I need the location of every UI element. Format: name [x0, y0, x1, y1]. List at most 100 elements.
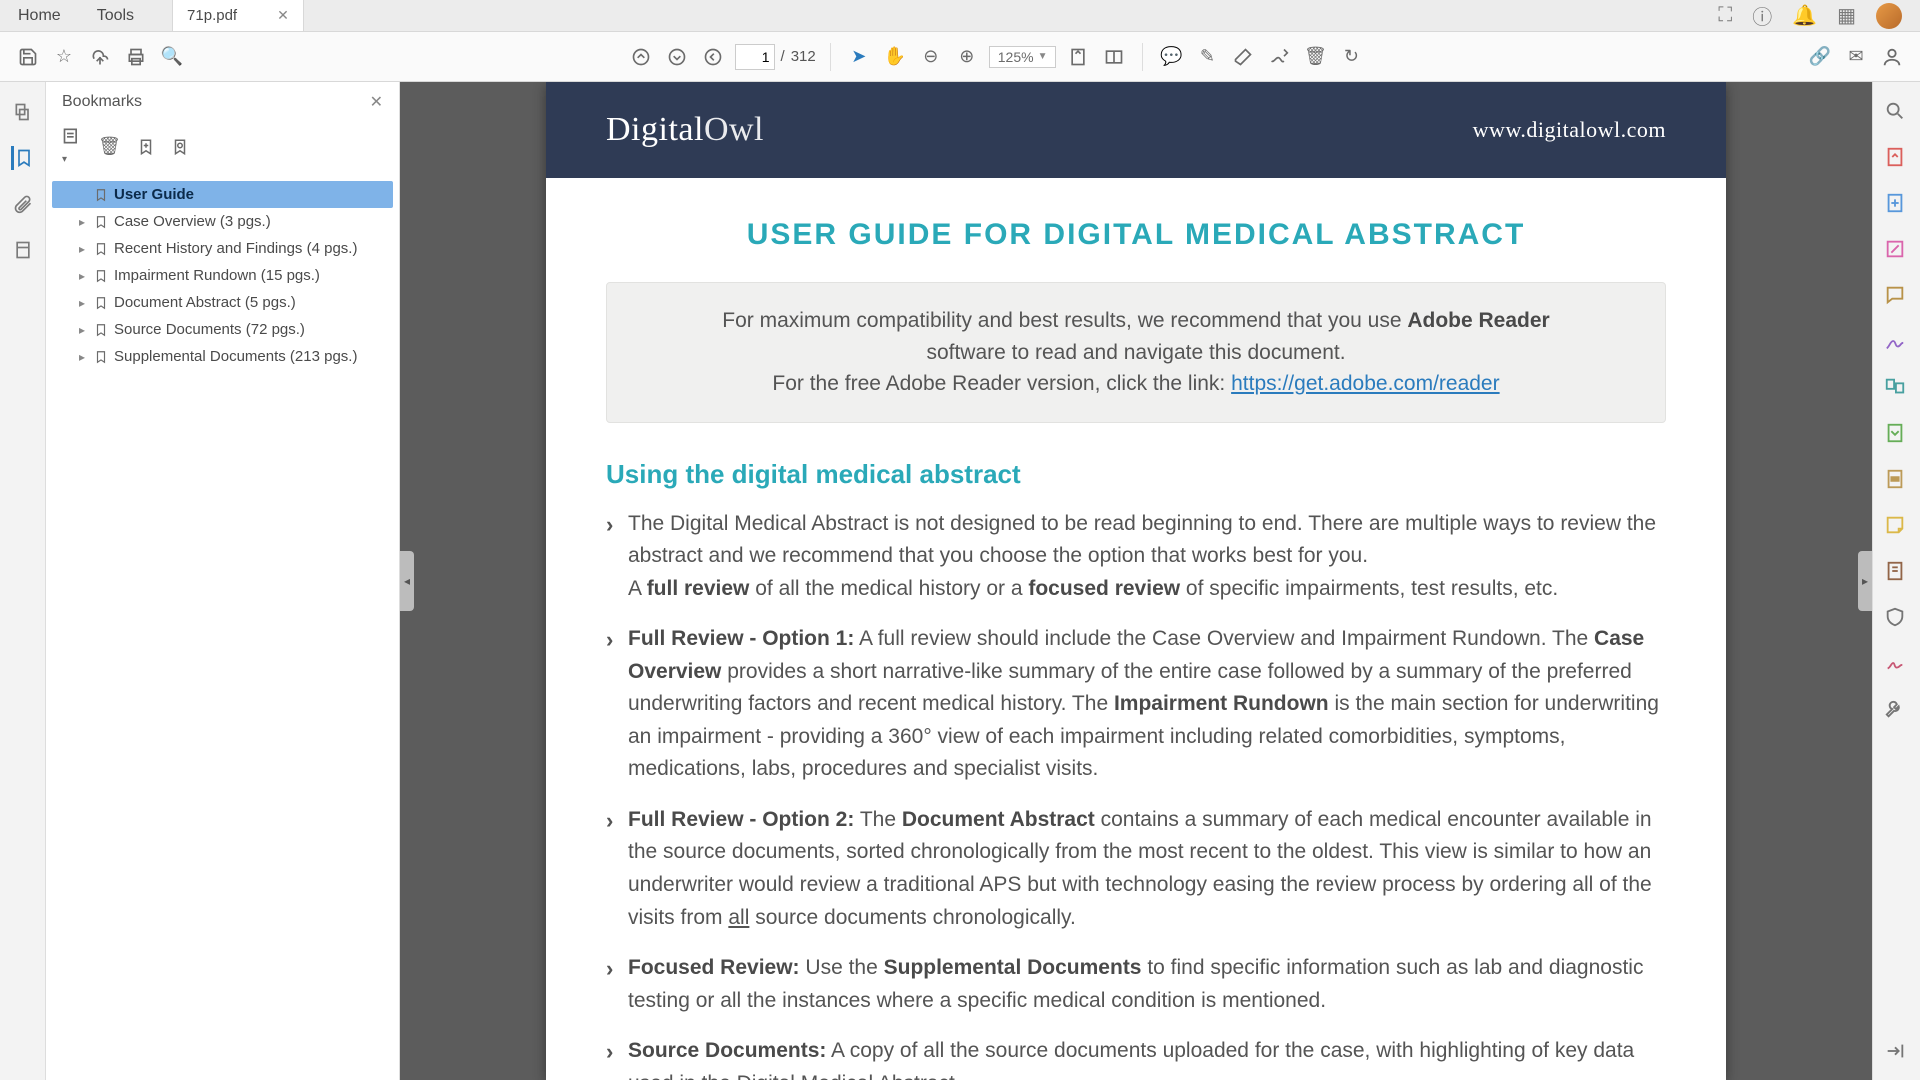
back-icon[interactable]: [699, 43, 727, 71]
adobe-reader-link[interactable]: https://get.adobe.com/reader: [1231, 372, 1500, 395]
bookmark-item[interactable]: ▸Recent History and Findings (4 pgs.): [52, 235, 393, 262]
b1b-d: focused review: [1028, 577, 1180, 600]
signature-tool-icon[interactable]: [1884, 652, 1910, 678]
info-box: For maximum compatibility and best resul…: [606, 282, 1666, 423]
organize-icon[interactable]: [1884, 376, 1910, 402]
b3-a: The: [854, 808, 901, 831]
protect-icon[interactable]: [1884, 606, 1910, 632]
zoom-out-icon[interactable]: ⊖: [917, 43, 945, 71]
bullet-3: Full Review - Option 2: The Document Abs…: [606, 804, 1666, 934]
collapse-right-icon[interactable]: [1884, 1040, 1910, 1066]
tab-tools[interactable]: Tools: [79, 0, 152, 31]
b4-a: Use the: [800, 956, 884, 979]
more-tools-icon[interactable]: [1884, 560, 1910, 586]
thumbnails-icon[interactable]: [11, 100, 35, 124]
pdf-page: DigitalOwl www.digitalowl.com USER GUIDE…: [546, 82, 1726, 1080]
tools-wrench-icon[interactable]: [1884, 698, 1910, 724]
attachments-icon[interactable]: [11, 192, 35, 216]
zoom-in-icon[interactable]: ⊕: [953, 43, 981, 71]
email-icon[interactable]: ✉: [1842, 43, 1870, 71]
section-heading-1: Using the digital medical abstract: [606, 459, 1666, 490]
hand-tool-icon[interactable]: ✋: [881, 43, 909, 71]
tab-document[interactable]: 71p.pdf ✕: [172, 0, 304, 31]
create-pdf-icon[interactable]: [1884, 192, 1910, 218]
info-text-3: For the free Adobe Reader version, click…: [772, 372, 1231, 395]
bookmark-label: Source Documents (72 pgs.): [114, 321, 305, 338]
search-tool-icon[interactable]: [1884, 100, 1910, 126]
profile-outline-icon[interactable]: [1878, 43, 1906, 71]
export-pdf-icon[interactable]: [1884, 146, 1910, 172]
layers-icon[interactable]: [11, 238, 35, 262]
page-current-input[interactable]: [735, 44, 775, 70]
bm-delete-icon[interactable]: 🗑: [98, 136, 121, 157]
save-icon[interactable]: [14, 43, 42, 71]
notifications-icon[interactable]: 🔔: [1792, 3, 1817, 28]
bookmark-item[interactable]: ▸ Source Documents (72 pgs.): [52, 316, 393, 343]
page-banner: DigitalOwl www.digitalowl.com: [546, 82, 1726, 178]
bullet-5: Source Documents: A copy of all the sour…: [606, 1035, 1666, 1080]
bookmark-icon: [94, 242, 108, 256]
chevron-right-icon[interactable]: ▸: [76, 215, 88, 229]
sign-icon[interactable]: [1265, 43, 1293, 71]
bm-find-icon[interactable]: [171, 138, 189, 156]
edit-pdf-icon[interactable]: [1884, 238, 1910, 264]
brand-a: Digital: [606, 111, 704, 148]
comment-icon[interactable]: 💬: [1157, 43, 1185, 71]
chevron-right-icon[interactable]: ▸: [76, 296, 88, 310]
close-panel-icon[interactable]: ✕: [370, 92, 383, 112]
header-right-icons: ⛶ ⓘ 🔔 ▦: [1718, 0, 1920, 31]
bookmarks-list: User Guide▸Case Overview (3 pgs.)▸Recent…: [46, 177, 399, 1080]
b1b-b: full review: [647, 577, 750, 600]
delete-icon[interactable]: 🗑: [1301, 43, 1329, 71]
sticky-note-icon[interactable]: [1884, 514, 1910, 540]
bookmark-icon: [94, 215, 108, 229]
compress-icon[interactable]: [1884, 422, 1910, 448]
expand-right-handle[interactable]: ▸: [1858, 551, 1872, 611]
erase-icon[interactable]: [1229, 43, 1257, 71]
upload-cloud-icon[interactable]: [86, 43, 114, 71]
chevron-right-icon[interactable]: ▸: [76, 350, 88, 364]
zoom-dropdown[interactable]: 125% ▼: [989, 46, 1057, 68]
bookmark-item[interactable]: User Guide: [52, 181, 393, 208]
bm-options-icon[interactable]: ▾: [62, 126, 82, 167]
b1b-e: of specific impairments, test results, e…: [1180, 577, 1558, 600]
fit-width-icon[interactable]: [1064, 43, 1092, 71]
comment-tool-icon[interactable]: [1884, 284, 1910, 310]
close-tab-icon[interactable]: ✕: [277, 7, 289, 24]
page-up-icon[interactable]: [627, 43, 655, 71]
bookmarks-tools: ▾ 🗑: [46, 122, 399, 177]
redact-icon[interactable]: [1884, 468, 1910, 494]
bookmark-item[interactable]: ▸Supplemental Documents (213 pgs.): [52, 343, 393, 370]
chevron-right-icon[interactable]: ▸: [76, 323, 88, 337]
zoom-value: 125%: [998, 49, 1034, 65]
page-total: 312: [791, 48, 816, 65]
collapse-left-handle[interactable]: ◂: [400, 551, 414, 611]
bookmark-item[interactable]: ▸Document Abstract (5 pgs.): [52, 289, 393, 316]
chevron-right-icon[interactable]: ▸: [76, 242, 88, 256]
help-icon[interactable]: ⓘ: [1752, 1, 1772, 30]
info-text-2: software to read and navigate this docum…: [637, 337, 1635, 369]
document-viewport[interactable]: ◂ ▸ DigitalOwl www.digitalowl.com USER G…: [400, 82, 1872, 1080]
selection-tool-icon[interactable]: ➤: [845, 43, 873, 71]
bookmark-icon: [94, 350, 108, 364]
tab-home[interactable]: Home: [0, 0, 79, 31]
chevron-right-icon[interactable]: ▸: [76, 269, 88, 283]
bookmark-item[interactable]: ▸Case Overview (3 pgs.): [52, 208, 393, 235]
highlight-icon[interactable]: ✎: [1193, 43, 1221, 71]
apps-grid-icon[interactable]: ▦: [1837, 3, 1856, 28]
b5-lead: Source Documents:: [628, 1039, 826, 1062]
avatar[interactable]: [1876, 3, 1902, 29]
print-icon[interactable]: [122, 43, 150, 71]
expand-icon[interactable]: ⛶: [1718, 4, 1732, 27]
link-share-icon[interactable]: 🔗: [1806, 43, 1834, 71]
find-icon[interactable]: 🔍: [158, 43, 186, 71]
rotate-icon[interactable]: ↻: [1337, 43, 1365, 71]
bookmark-item[interactable]: ▸ Impairment Rundown (15 pgs.): [52, 262, 393, 289]
star-icon[interactable]: ☆: [50, 43, 78, 71]
read-mode-icon[interactable]: [1100, 43, 1128, 71]
bm-new-icon[interactable]: [137, 138, 155, 156]
fill-sign-icon[interactable]: [1884, 330, 1910, 356]
bookmark-label: Impairment Rundown (15 pgs.): [114, 267, 320, 284]
bookmarks-rail-icon[interactable]: [11, 146, 35, 170]
page-down-icon[interactable]: [663, 43, 691, 71]
